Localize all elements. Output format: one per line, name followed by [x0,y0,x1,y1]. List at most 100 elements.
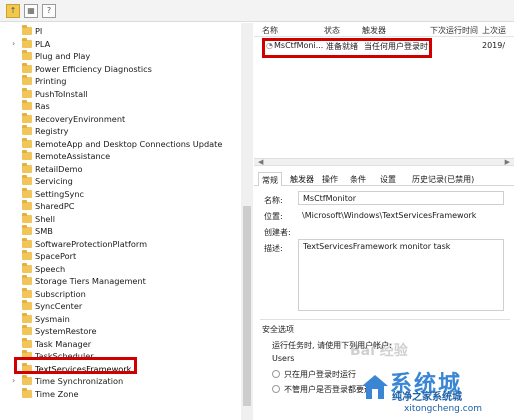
folder-icon [22,75,32,85]
tree-item[interactable]: Task Manager [0,337,240,351]
site-watermark: 系统城 纯净之家系统城 xitongcheng.com [360,360,514,420]
folder-icon [22,262,32,273]
tree-item-label: RecoveryEnvironment [35,113,126,124]
folder-icon [22,175,32,185]
tree-item[interactable]: Servicing [0,175,240,188]
tree-scrollbar-thumb[interactable] [243,206,251,406]
tree-item-label: Speech [35,263,66,274]
tree-item[interactable]: SharedPC [0,200,240,213]
folder-icon [22,312,32,323]
description-label: 描述: [264,244,283,253]
tree-item[interactable]: RemoteAssistance [0,150,240,163]
selected-folder-highlight [14,357,137,374]
tree-item-label: Ras [35,101,50,112]
tree-item[interactable]: SoftwareProtectionPlatform [0,237,240,251]
detail-tabs: 常规 触发器 操作 条件 设置 历史记录(已禁用) [254,172,514,186]
folder-icon [22,225,32,235]
tree-item-label: Task Manager [35,338,92,349]
name-label: 名称: [264,196,283,205]
folder-icon [22,337,32,348]
tree-item[interactable]: Ras [0,100,240,113]
tab-actions[interactable]: 操作 [322,172,338,186]
tree-item[interactable]: SpacePort [0,250,240,263]
watermark-url: xitongcheng.com [404,404,482,414]
tree-item-label: SMB [35,226,53,237]
description-field[interactable]: TextServicesFramework monitor task [298,239,504,311]
folder-icon [22,112,32,123]
tree-item-label: Storage Tiers Management [35,276,146,287]
tree-item[interactable]: PushToInstall [0,87,240,101]
tree-item[interactable]: SMB [0,225,240,238]
folder-icon [22,87,32,98]
column-name[interactable]: 名称 [262,25,278,36]
folder-icon [22,150,32,160]
tree-item[interactable]: Time Zone [0,387,240,401]
tree-item-label: Sysmain [35,313,70,324]
tree-item[interactable]: PI [0,25,240,38]
folder-icon [22,187,32,198]
tree-scrollbar[interactable] [241,23,253,420]
tree-item[interactable]: Sysmain [0,312,240,326]
tree-item[interactable]: Printing [0,75,240,88]
folder-icon [22,375,32,385]
tree-item[interactable]: Speech [0,262,240,276]
tab-triggers[interactable]: 触发器 [290,172,314,186]
selected-task-highlight [262,38,432,58]
radio-run-when-logged-on[interactable] [272,370,280,378]
tab-settings[interactable]: 设置 [380,172,396,186]
tree-item[interactable]: Plug and Play [0,50,240,63]
tree-item[interactable]: › PLA [0,37,240,51]
folder-up-icon[interactable]: ↑ [6,3,20,18]
tree-item-label: Subscription [35,288,86,299]
chevron-right-icon[interactable]: › [12,375,15,387]
tab-general[interactable]: 常规 [258,172,282,186]
folder-icon [22,162,32,173]
tab-conditions[interactable]: 条件 [350,172,366,186]
folder-icon [22,212,32,223]
tree-item[interactable]: RemoteApp and Desktop Connections Update [0,137,240,151]
tree-item-label: Registry [35,126,69,137]
folder-icon [22,37,32,48]
scroll-right-icon[interactable]: ▶ [505,158,510,166]
tree-item[interactable]: RecoveryEnvironment [0,112,240,126]
tree-item-label: PLA [35,38,51,49]
tree-item[interactable]: RetailDemo [0,162,240,176]
tree-item[interactable]: Shell [0,212,240,226]
tree-item-label: SystemRestore [35,326,97,337]
task-last-run: 2019/ [482,41,506,50]
tree-item[interactable]: Registry [0,125,240,138]
column-trigger[interactable]: 触发器 [362,25,386,36]
tree-item-label: SoftwareProtectionPlatform [35,238,148,249]
column-next-run[interactable]: 下次运行时间 [430,25,478,36]
tree-item[interactable]: SystemRestore [0,325,240,338]
tree-item-label: Plug and Play [35,51,91,62]
tree-item[interactable]: › Time Synchronization [0,375,240,388]
radio-run-whether-logged-on-label: 不管用户是否登录都要运 [284,385,372,394]
column-last-run[interactable]: 上次运 [482,25,506,36]
tree-item[interactable]: Subscription [0,287,240,301]
folder-icon [22,125,32,135]
tab-history[interactable]: 历史记录(已禁用) [412,172,474,186]
tree-item[interactable]: Storage Tiers Management [0,275,240,288]
column-status[interactable]: 状态 [324,25,340,36]
author-label: 创建者: [264,228,291,237]
chevron-right-icon[interactable]: › [12,38,15,50]
tree-item[interactable]: Power Efficiency Diagnostics [0,62,240,76]
tree-item-label: SharedPC [35,201,75,212]
folder-icon [22,387,32,398]
location-label: 位置: [264,212,283,221]
radio-run-when-logged-on-label: 只在用户登录时运行 [284,370,356,379]
help-icon[interactable]: ? [42,3,56,18]
properties-icon[interactable]: ▦ [24,3,38,18]
tree-item[interactable]: SettingSync [0,187,240,201]
task-list-header: 名称 状态 触发器 下次运行时间 上次运 [254,23,514,37]
tree-item[interactable]: SyncCenter [0,300,240,313]
folder-icon [22,200,32,210]
radio-run-whether-logged-on[interactable] [272,385,280,393]
tree-item-label: SettingSync [35,188,85,199]
task-list: 名称 状态 触发器 下次运行时间 上次运 ◔ MsCtfMoni... 准备就绪… [254,23,514,158]
tree-item-label: SyncCenter [35,301,83,312]
name-field[interactable]: MsCtfMonitor [298,191,504,205]
scroll-left-icon[interactable]: ◀ [258,158,263,166]
pane-splitter[interactable]: ◀ ▶ [254,158,514,166]
